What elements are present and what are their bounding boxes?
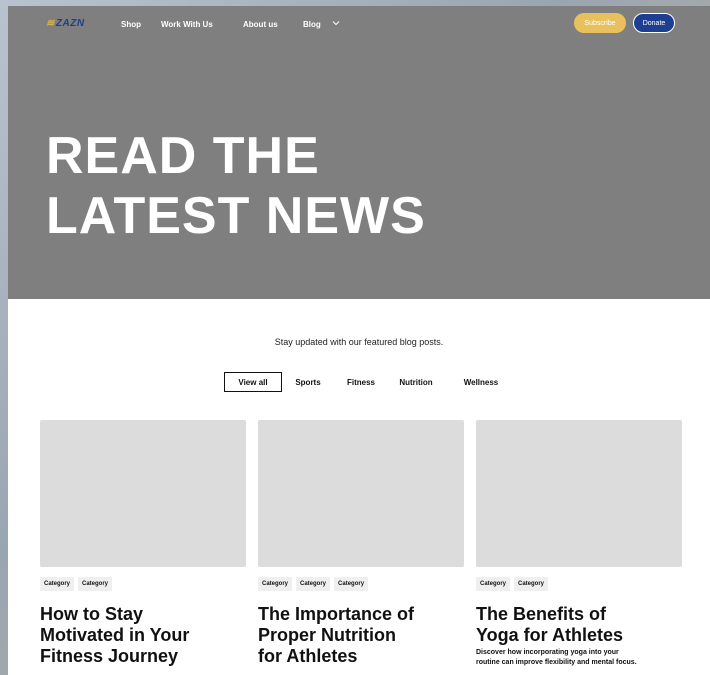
blog-card-description-line: routine can improve flexibility and ment…: [476, 659, 637, 666]
hero-title-line-2: LATEST NEWS: [46, 187, 426, 245]
blog-card-image-placeholder[interactable]: [258, 420, 464, 567]
hero-section: ≋ ZAZN Shop Work With Us About us Blog S…: [8, 6, 710, 299]
chevron-down-icon[interactable]: [331, 18, 341, 28]
category-tag: Category: [476, 577, 511, 591]
filter-tab-sports[interactable]: Sports: [290, 372, 326, 392]
nav-link-blog[interactable]: Blog: [303, 20, 321, 29]
category-tag: Category: [258, 577, 293, 591]
nav-link-work-with-us[interactable]: Work With Us: [161, 20, 213, 29]
logo-text: ZAZN: [55, 17, 85, 29]
category-tag: Category: [334, 577, 369, 591]
blog-card-title-line: The Importance of: [258, 604, 415, 624]
blog-card-description-line: Discover how incorporating yoga into you…: [476, 649, 619, 656]
subscribe-button[interactable]: Subscribe: [574, 13, 626, 33]
nav-link-about-us[interactable]: About us: [243, 20, 278, 29]
blog-card-title[interactable]: The Importance of Proper Nutrition for A…: [258, 604, 464, 667]
category-filter-tabs: View all Sports Fitness Nutrition Wellne…: [8, 372, 710, 392]
blog-card-title-line: Yoga for Athletes: [476, 625, 624, 645]
blog-card-title[interactable]: The Benefits of Yoga for Athletes: [476, 604, 682, 646]
blog-card-title[interactable]: How to Stay Motivated in Your Fitness Jo…: [40, 604, 246, 667]
blog-card-title-line: for Athletes: [258, 646, 358, 666]
filter-tab-fitness[interactable]: Fitness: [342, 372, 380, 392]
filter-tab-nutrition[interactable]: Nutrition: [395, 372, 437, 392]
donate-button[interactable]: Donate: [633, 13, 675, 33]
blog-card-title-line: Proper Nutrition: [258, 625, 396, 645]
blog-card-tags: Category Category Category: [258, 577, 464, 591]
blog-card[interactable]: Category Category The Benefits of Yoga f…: [476, 420, 682, 668]
hero-title: READ THE LATEST NEWS: [46, 126, 566, 246]
blog-card-title-line: How to Stay: [40, 604, 144, 624]
blog-card[interactable]: Category Category Category The Importanc…: [258, 420, 464, 667]
blog-card-description: Discover how incorporating yoga into you…: [476, 648, 682, 668]
blog-card-title-line: Motivated in Your: [40, 625, 190, 645]
blog-card-image-placeholder[interactable]: [476, 420, 682, 567]
nav-link-shop[interactable]: Shop: [121, 20, 141, 29]
filter-tab-view-all[interactable]: View all: [224, 372, 282, 392]
category-tag: Category: [514, 577, 549, 591]
blog-card-tags: Category Category: [40, 577, 246, 591]
blog-card-tags: Category Category: [476, 577, 682, 591]
page: ≋ ZAZN Shop Work With Us About us Blog S…: [8, 6, 710, 675]
logo-swoosh-icon: ≋: [46, 17, 55, 29]
blog-card[interactable]: Category Category How to Stay Motivated …: [40, 420, 246, 667]
site-logo[interactable]: ≋ ZAZN: [46, 16, 85, 30]
category-tag: Category: [40, 577, 75, 591]
filter-tab-wellness[interactable]: Wellness: [458, 372, 504, 392]
blog-card-title-line: The Benefits of: [476, 604, 607, 624]
top-navigation: ≋ ZAZN Shop Work With Us About us Blog S…: [8, 6, 710, 40]
blog-card-title-line: Fitness Journey: [40, 646, 179, 666]
blog-card-image-placeholder[interactable]: [40, 420, 246, 567]
blog-tagline: Stay updated with our featured blog post…: [274, 337, 444, 347]
category-tag: Category: [296, 577, 331, 591]
category-tag: Category: [78, 577, 113, 591]
hero-title-line-1: READ THE: [46, 127, 320, 185]
